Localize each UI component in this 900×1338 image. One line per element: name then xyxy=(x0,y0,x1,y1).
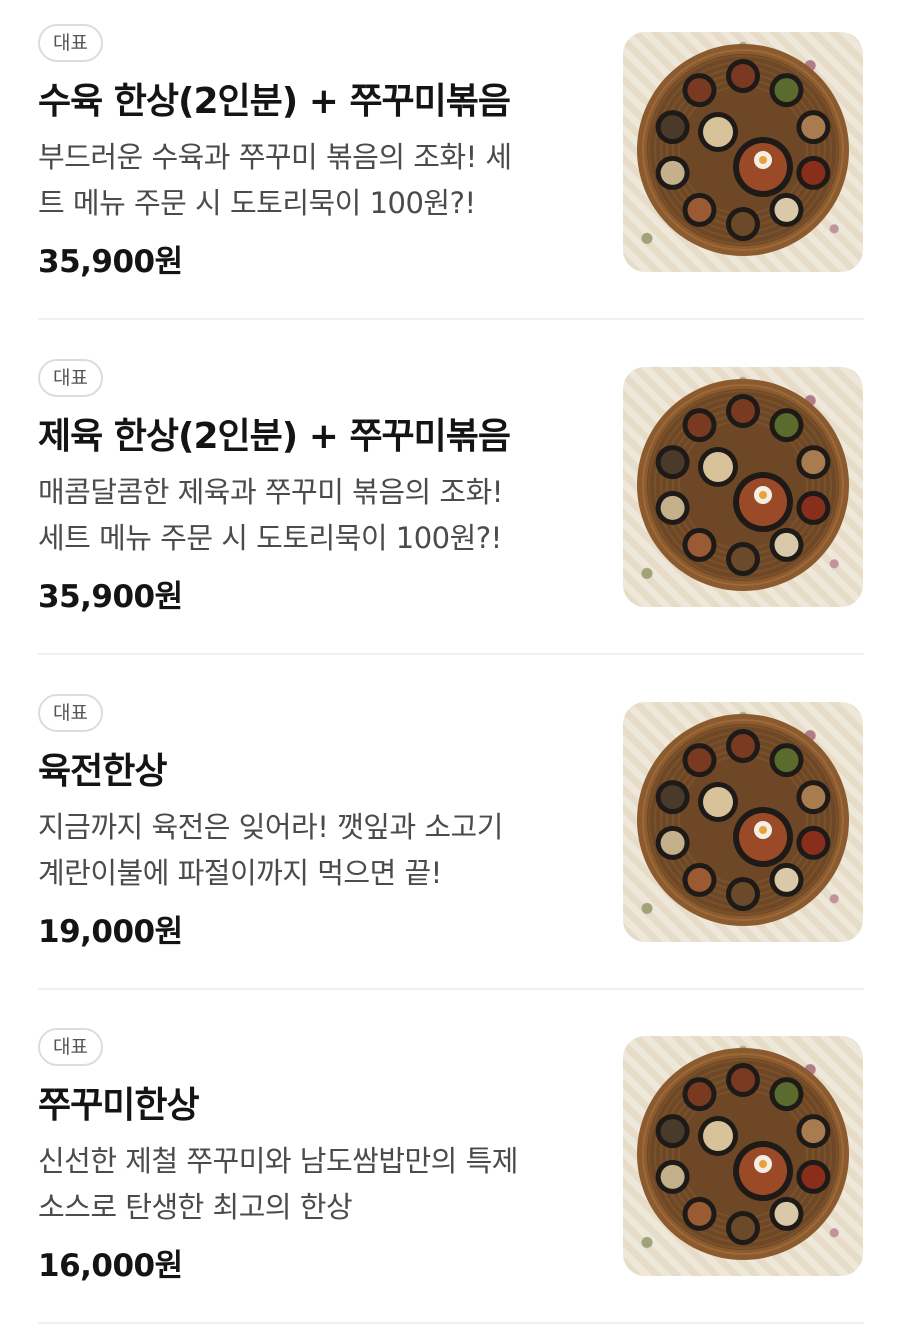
menu-item-price: 19,000원 xyxy=(38,914,183,950)
signature-badge: 대표 xyxy=(38,359,103,397)
description-line: 세트 메뉴 주문 시 도토리묵이 100원?! xyxy=(38,521,502,555)
menu-item-name: 수육 한상(2인분) + 쭈꾸미볶음 xyxy=(38,81,511,122)
menu-item-name: 육전한상 xyxy=(38,751,167,792)
menu-item-description: 부드러운 수육과 쭈꾸미 볶음의 조화! 세 트 메뉴 주문 시 도토리묵이 1… xyxy=(38,134,578,226)
divider xyxy=(38,1322,864,1324)
signature-badge: 대표 xyxy=(38,24,103,62)
menu-item-name: 쭈꾸미한상 xyxy=(38,1085,200,1126)
food-platter-image[interactable] xyxy=(623,32,863,272)
menu-item[interactable]: 대표 육전한상 지금까지 육전은 잊어라! 깻잎과 소고기 계란이불에 파절이까… xyxy=(0,670,900,1004)
description-line: 트 메뉴 주문 시 도토리묵이 100원?! xyxy=(38,186,476,220)
menu-item[interactable]: 대표 수육 한상(2인분) + 쭈꾸미볶음 부드러운 수육과 쭈꾸미 볶음의 조… xyxy=(0,0,900,334)
food-platter-image[interactable] xyxy=(623,367,863,607)
signature-badge: 대표 xyxy=(38,1028,103,1066)
description-line: 매콤달콤한 제육과 쭈꾸미 볶음의 조화! xyxy=(38,475,503,509)
description-line: 지금까지 육전은 잊어라! 깻잎과 소고기 xyxy=(38,810,503,844)
menu-item-price: 35,900원 xyxy=(38,579,183,615)
menu-item[interactable]: 대표 쭈꾸미한상 신선한 제철 쭈꾸미와 남도쌈밥만의 특제 소스로 탄생한 최… xyxy=(0,1004,900,1338)
description-line: 신선한 제철 쭈꾸미와 남도쌈밥만의 특제 xyxy=(38,1144,518,1178)
menu-item-price: 35,900원 xyxy=(38,244,183,280)
food-platter-image[interactable] xyxy=(623,702,863,942)
divider xyxy=(38,988,864,990)
menu-item-description: 매콤달콤한 제육과 쭈꾸미 볶음의 조화! 세트 메뉴 주문 시 도토리묵이 1… xyxy=(38,469,578,561)
description-line: 부드러운 수육과 쭈꾸미 볶음의 조화! 세 xyxy=(38,140,512,174)
divider xyxy=(38,653,864,655)
signature-badge: 대표 xyxy=(38,694,103,732)
menu-item-price: 16,000원 xyxy=(38,1248,183,1284)
menu-item[interactable]: 대표 제육 한상(2인분) + 쭈꾸미볶음 매콤달콤한 제육과 쭈꾸미 볶음의 … xyxy=(0,335,900,669)
menu-item-description: 지금까지 육전은 잊어라! 깻잎과 소고기 계란이불에 파절이까지 먹으면 끝! xyxy=(38,804,578,896)
description-line: 계란이불에 파절이까지 먹으면 끝! xyxy=(38,856,442,890)
menu-item-name: 제육 한상(2인분) + 쭈꾸미볶음 xyxy=(38,416,511,457)
divider xyxy=(38,318,864,320)
food-platter-image[interactable] xyxy=(623,1036,863,1276)
menu-list: 대표 수육 한상(2인분) + 쭈꾸미볶음 부드러운 수육과 쭈꾸미 볶음의 조… xyxy=(0,0,900,1338)
description-line: 소스로 탄생한 최고의 한상 xyxy=(38,1190,353,1224)
menu-item-description: 신선한 제철 쭈꾸미와 남도쌈밥만의 특제 소스로 탄생한 최고의 한상 xyxy=(38,1138,578,1230)
